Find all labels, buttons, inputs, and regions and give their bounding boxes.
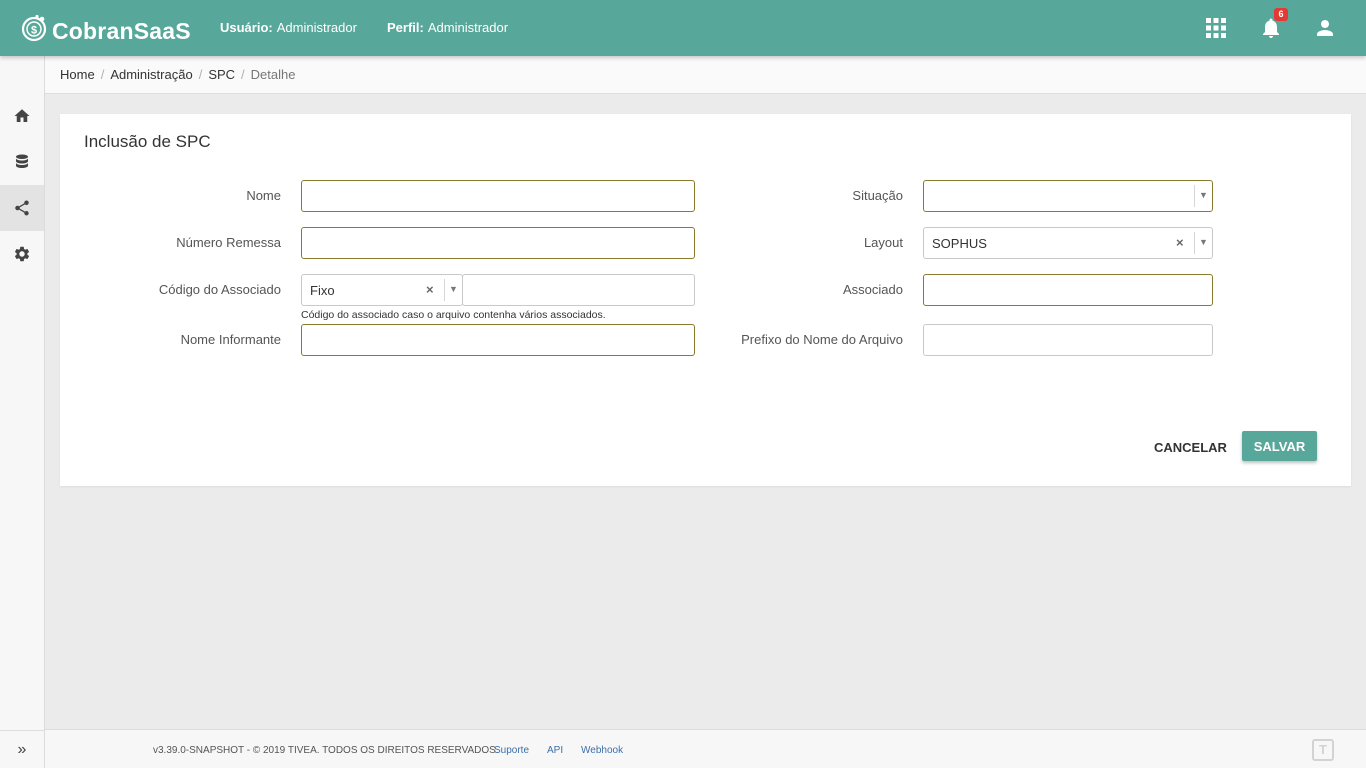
app-logo[interactable]: $ CobranSaaS [20,11,191,45]
nome-informante-input[interactable] [301,324,695,356]
user-label: Usuário: [220,20,273,35]
user-info: Usuário: Administrador [220,20,357,35]
associado-input[interactable] [923,274,1213,306]
codigo-associado-select-value: Fixo [310,283,335,298]
associado-label: Associado [843,282,903,297]
breadcrumb-administracao[interactable]: Administração [110,67,192,82]
app-name: CobranSaaS [52,17,191,44]
sidebar-item-share[interactable] [0,185,44,231]
svg-text:$: $ [31,25,37,37]
notification-badge: 6 [1274,8,1288,21]
footer-link-webhook[interactable]: Webhook [581,745,623,756]
clear-icon[interactable]: × [1176,235,1184,250]
prefixo-input[interactable] [923,324,1213,356]
situacao-select[interactable]: ▼ [923,180,1213,212]
breadcrumb-spc[interactable]: SPC [208,67,235,82]
nome-input[interactable] [301,180,695,212]
logo-icon: $ [21,14,47,42]
sidebar-item-database[interactable] [0,139,44,185]
codigo-associado-select[interactable]: Fixo × ▼ [301,274,463,306]
brand-watermark-icon: T [1312,739,1334,761]
codigo-associado-input[interactable] [462,274,695,306]
form-card: Inclusão de SPC Nome Número Remessa Códi… [60,114,1351,486]
numero-remessa-input[interactable] [301,227,695,259]
layout-select-value: SOPHUS [932,236,987,251]
sidebar: » [0,56,45,768]
user-value: Administrador [276,20,357,35]
breadcrumb-home[interactable]: Home [60,67,95,82]
sidebar-item-home[interactable] [0,93,44,139]
breadcrumb-separator: / [100,67,105,82]
nome-label: Nome [246,188,281,203]
sidebar-expand-button[interactable]: » [0,730,44,768]
breadcrumb-current: Detalhe [250,67,296,82]
home-icon [14,109,30,122]
sidebar-item-settings[interactable] [0,231,44,277]
save-button[interactable]: SALVAR [1242,431,1317,461]
user-icon[interactable] [1313,16,1337,40]
select-divider [1194,185,1195,207]
situacao-label: Situação [852,188,903,203]
chevron-down-icon[interactable]: ▼ [1199,237,1208,247]
footer-link-suporte[interactable]: Suporte [494,745,529,756]
numero-remessa-label: Número Remessa [176,235,281,250]
select-divider [444,279,445,301]
codigo-associado-label: Código do Associado [158,282,281,297]
cancel-button[interactable]: CANCELAR [1146,432,1235,462]
nome-informante-label: Nome Informante [180,332,281,347]
layout-label: Layout [863,235,903,250]
profile-label: Perfil: [387,20,424,35]
profile-value: Administrador [427,20,509,35]
breadcrumb: Home / Administração / SPC / Detalhe [45,56,1366,94]
gear-icon [14,246,30,262]
layout-select[interactable]: SOPHUS × ▼ [923,227,1213,259]
chevron-down-icon[interactable]: ▼ [1199,190,1208,200]
share-icon [15,200,29,216]
chevron-down-icon[interactable]: ▼ [449,284,458,294]
copyright-text: v3.39.0-SNAPSHOT - © 2019 TIVEA. TODOS O… [153,745,499,756]
top-bar: $ CobranSaaS Usuário: Administrador Perf… [0,0,1366,56]
footer-link-api[interactable]: API [547,745,563,756]
apps-grid-icon[interactable] [1206,18,1226,38]
select-divider [1194,232,1195,254]
codigo-associado-help: Código do associado caso o arquivo conte… [301,309,606,321]
breadcrumb-separator: / [198,67,203,82]
profile-info: Perfil: Administrador [387,20,508,35]
clear-icon[interactable]: × [426,282,434,297]
database-icon [16,154,28,168]
page-title: Inclusão de SPC [84,132,211,151]
prefixo-label: Prefixo do Nome do Arquivo [741,332,903,347]
breadcrumb-separator: / [241,67,245,82]
footer: v3.39.0-SNAPSHOT - © 2019 TIVEA. TODOS O… [45,729,1366,768]
